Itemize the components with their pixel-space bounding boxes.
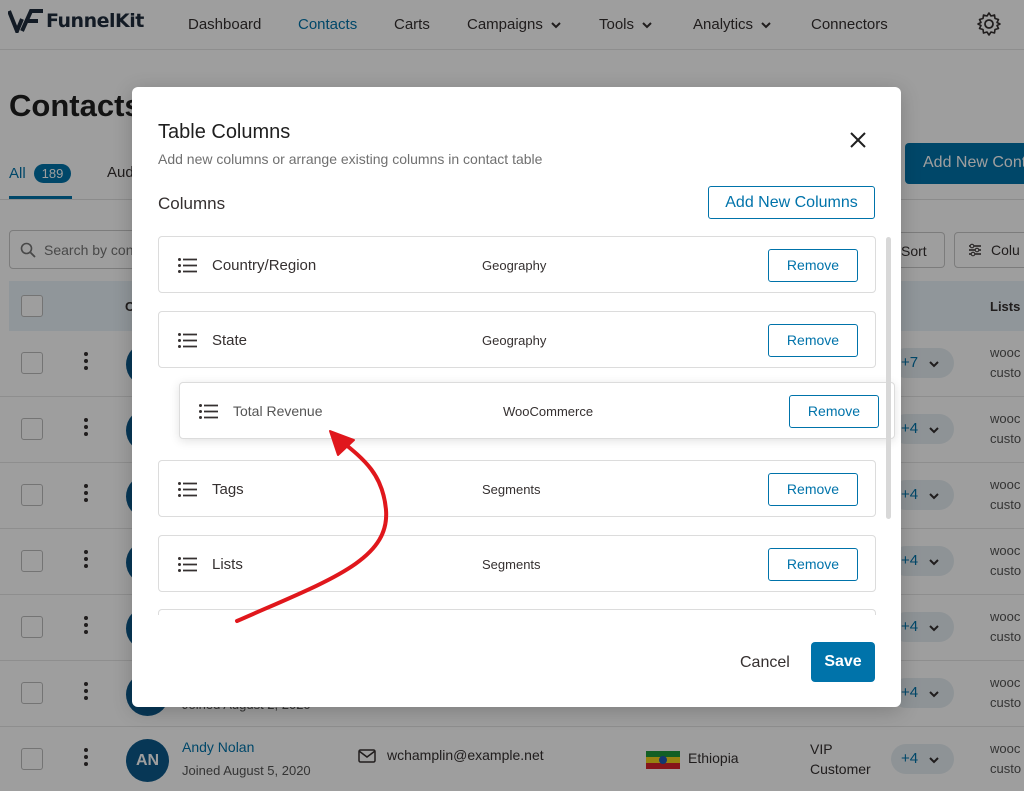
column-name: Lists bbox=[212, 556, 243, 573]
add-new-columns-button[interactable]: Add New Columns bbox=[708, 186, 875, 219]
cancel-button[interactable]: Cancel bbox=[740, 654, 790, 672]
remove-column-button[interactable]: Remove bbox=[768, 324, 858, 357]
column-category: Geography bbox=[482, 333, 547, 348]
columns-section-label: Columns bbox=[158, 194, 226, 213]
column-category: WooCommerce bbox=[503, 404, 594, 419]
column-category: Segments bbox=[482, 482, 541, 497]
remove-column-button[interactable]: Remove bbox=[768, 548, 858, 581]
save-button[interactable]: Save bbox=[811, 642, 875, 682]
column-card[interactable]: Lists Segments Remove bbox=[158, 535, 876, 592]
remove-column-button[interactable]: Remove bbox=[768, 473, 858, 506]
drag-handle-icon[interactable] bbox=[178, 482, 197, 497]
remove-column-button[interactable]: Remove bbox=[789, 395, 879, 428]
modal-subtitle: Add new columns or arrange existing colu… bbox=[158, 151, 543, 167]
column-name: State bbox=[212, 332, 248, 349]
column-card-partial bbox=[158, 609, 876, 615]
column-card[interactable]: Total Revenue WooCommerce Remove bbox=[179, 382, 895, 439]
column-name: Country/Region bbox=[212, 257, 317, 274]
column-name: Total Revenue bbox=[233, 403, 323, 419]
modal-title: Table Columns bbox=[158, 121, 291, 143]
column-card[interactable]: Country/Region Geography Remove bbox=[158, 236, 876, 293]
column-card[interactable]: State Geography Remove bbox=[158, 311, 876, 368]
drag-handle-icon[interactable] bbox=[199, 404, 218, 419]
column-name: Tags bbox=[212, 481, 244, 498]
close-icon[interactable] bbox=[849, 131, 867, 149]
column-card[interactable]: Tags Segments Remove bbox=[158, 460, 876, 517]
column-category: Geography bbox=[482, 258, 547, 273]
remove-column-button[interactable]: Remove bbox=[768, 249, 858, 282]
drag-handle-icon[interactable] bbox=[178, 258, 197, 273]
drag-handle-icon[interactable] bbox=[178, 557, 197, 572]
column-category: Segments bbox=[482, 557, 541, 572]
scrollbar[interactable] bbox=[886, 237, 891, 519]
table-columns-modal: Table Columns Add new columns or arrange… bbox=[132, 87, 901, 707]
drag-handle-icon[interactable] bbox=[178, 333, 197, 348]
